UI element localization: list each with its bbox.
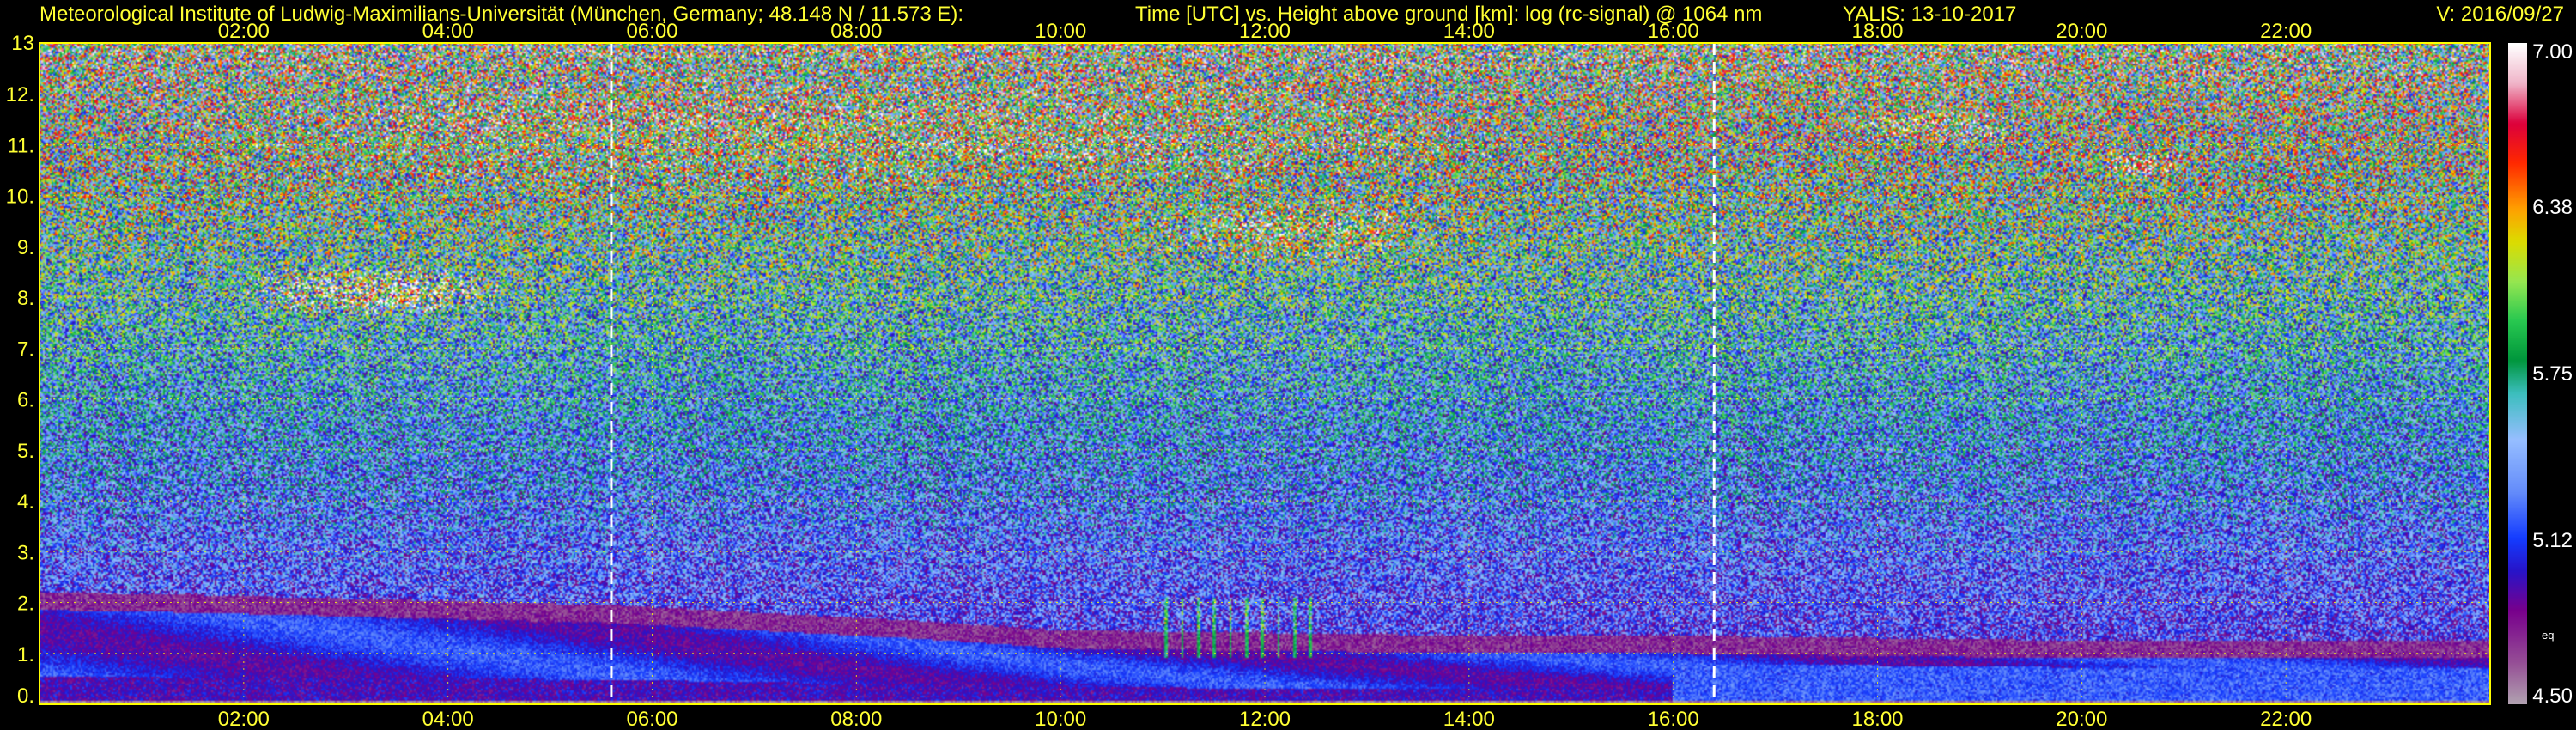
x-tick-top-label: 12:00 xyxy=(1239,20,1291,43)
plot-area xyxy=(39,42,2491,705)
colorbar-tick-label: 4.50 xyxy=(2532,684,2573,708)
x-tick-top-label: 22:00 xyxy=(2260,20,2312,43)
x-tick-bottom-label: 18:00 xyxy=(1851,708,1903,730)
header-version: V: 2016/09/27 xyxy=(2436,3,2564,26)
y-tick-label: 2. xyxy=(17,593,34,616)
y-tick-label: 10. xyxy=(6,186,34,209)
x-tick-bottom-label: 16:00 xyxy=(1648,708,1699,730)
x-tick-bottom-label: 10:00 xyxy=(1035,708,1086,730)
y-tick-label: 0. xyxy=(17,684,34,708)
x-tick-top-label: 08:00 xyxy=(830,20,882,43)
y-tick-label: 6. xyxy=(17,389,34,412)
x-tick-top-label: 18:00 xyxy=(1851,20,1903,43)
x-tick-top-label: 16:00 xyxy=(1648,20,1699,43)
x-tick-bottom-label: 06:00 xyxy=(626,708,677,730)
y-tick-label: 7. xyxy=(17,338,34,361)
x-tick-top-label: 04:00 xyxy=(422,20,474,43)
y-tick-label: 13 xyxy=(11,32,34,55)
x-tick-top-label: 20:00 xyxy=(2056,20,2107,43)
y-tick-label: 1. xyxy=(17,643,34,666)
lidar-quicklook-chart: Meteorological Institute of Ludwig-Maxim… xyxy=(0,0,2576,730)
colorbar-small-label: eq xyxy=(2542,629,2554,642)
x-tick-top-label: 10:00 xyxy=(1035,20,1086,43)
y-tick-label: 9. xyxy=(17,236,34,259)
x-tick-bottom-label: 12:00 xyxy=(1239,708,1291,730)
colorbar-tick-label: 5.12 xyxy=(2532,529,2573,552)
colorbar-tick-label: 7.00 xyxy=(2532,40,2573,64)
colorbar-tick-label: 6.38 xyxy=(2532,196,2573,219)
x-tick-bottom-label: 14:00 xyxy=(1443,708,1495,730)
colorbar-gradient xyxy=(2508,43,2527,704)
header-institute: Meteorological Institute of Ludwig-Maxim… xyxy=(39,3,963,26)
x-tick-bottom-label: 22:00 xyxy=(2260,708,2312,730)
x-tick-bottom-label: 20:00 xyxy=(2056,708,2107,730)
y-tick-label: 12. xyxy=(6,83,34,106)
x-tick-bottom-label: 08:00 xyxy=(830,708,882,730)
x-tick-bottom-label: 02:00 xyxy=(218,708,270,730)
y-tick-label: 8. xyxy=(17,287,34,310)
y-tick-label: 4. xyxy=(17,490,34,514)
x-tick-top-label: 02:00 xyxy=(218,20,270,43)
y-tick-label: 3. xyxy=(17,541,34,564)
y-tick-label: 5. xyxy=(17,440,34,463)
x-tick-bottom-label: 04:00 xyxy=(422,708,474,730)
x-tick-top-label: 14:00 xyxy=(1443,20,1495,43)
colorbar-tick-label: 5.75 xyxy=(2532,362,2573,386)
x-tick-top-label: 06:00 xyxy=(626,20,677,43)
y-tick-label: 11. xyxy=(7,134,34,157)
